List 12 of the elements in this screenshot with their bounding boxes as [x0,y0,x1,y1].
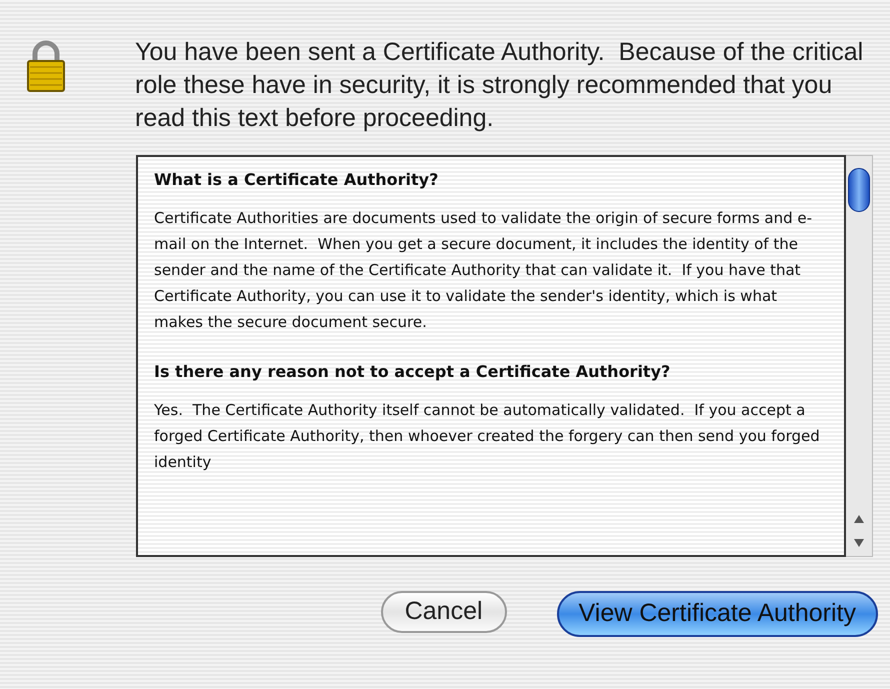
section-heading: Is there any reason not to accept a Certificate Authority? [154,361,672,383]
scroll-up-arrow-icon[interactable] [853,514,865,524]
paragraph: Certificate Authorities are documents used to validate the origin of secure forms and e-mail on the Internet. When you get a secure document, it includes the identity of the sender and the name of the Certificate Authority that can validate it. If you have that Certificate Authority, you can use it to validate the sender's identity, which is what makes the secure document secure. [154,208,814,333]
scroll-down-arrow-icon[interactable] [853,538,865,548]
paragraph: Yes. The Certificate Authority itself cannot be automatically validated. If you accept a forged Certificate Authority, then whoever created the forgery can then send you forged identity [154,400,821,473]
cancel-button[interactable]: Cancel [380,591,507,633]
scroll-thumb[interactable] [848,168,870,212]
scroll-bar[interactable] [846,155,873,557]
section-heading: What is a Certificate Authority? [154,169,440,191]
alert-message: You have been sent a Certificate Authority. Because of the critical role these have in security, it is strongly recommended that you read this text before proceeding. [135,37,864,134]
default-button[interactable]: View Certificate Authority [556,591,878,637]
padlock-icon [26,40,66,92]
